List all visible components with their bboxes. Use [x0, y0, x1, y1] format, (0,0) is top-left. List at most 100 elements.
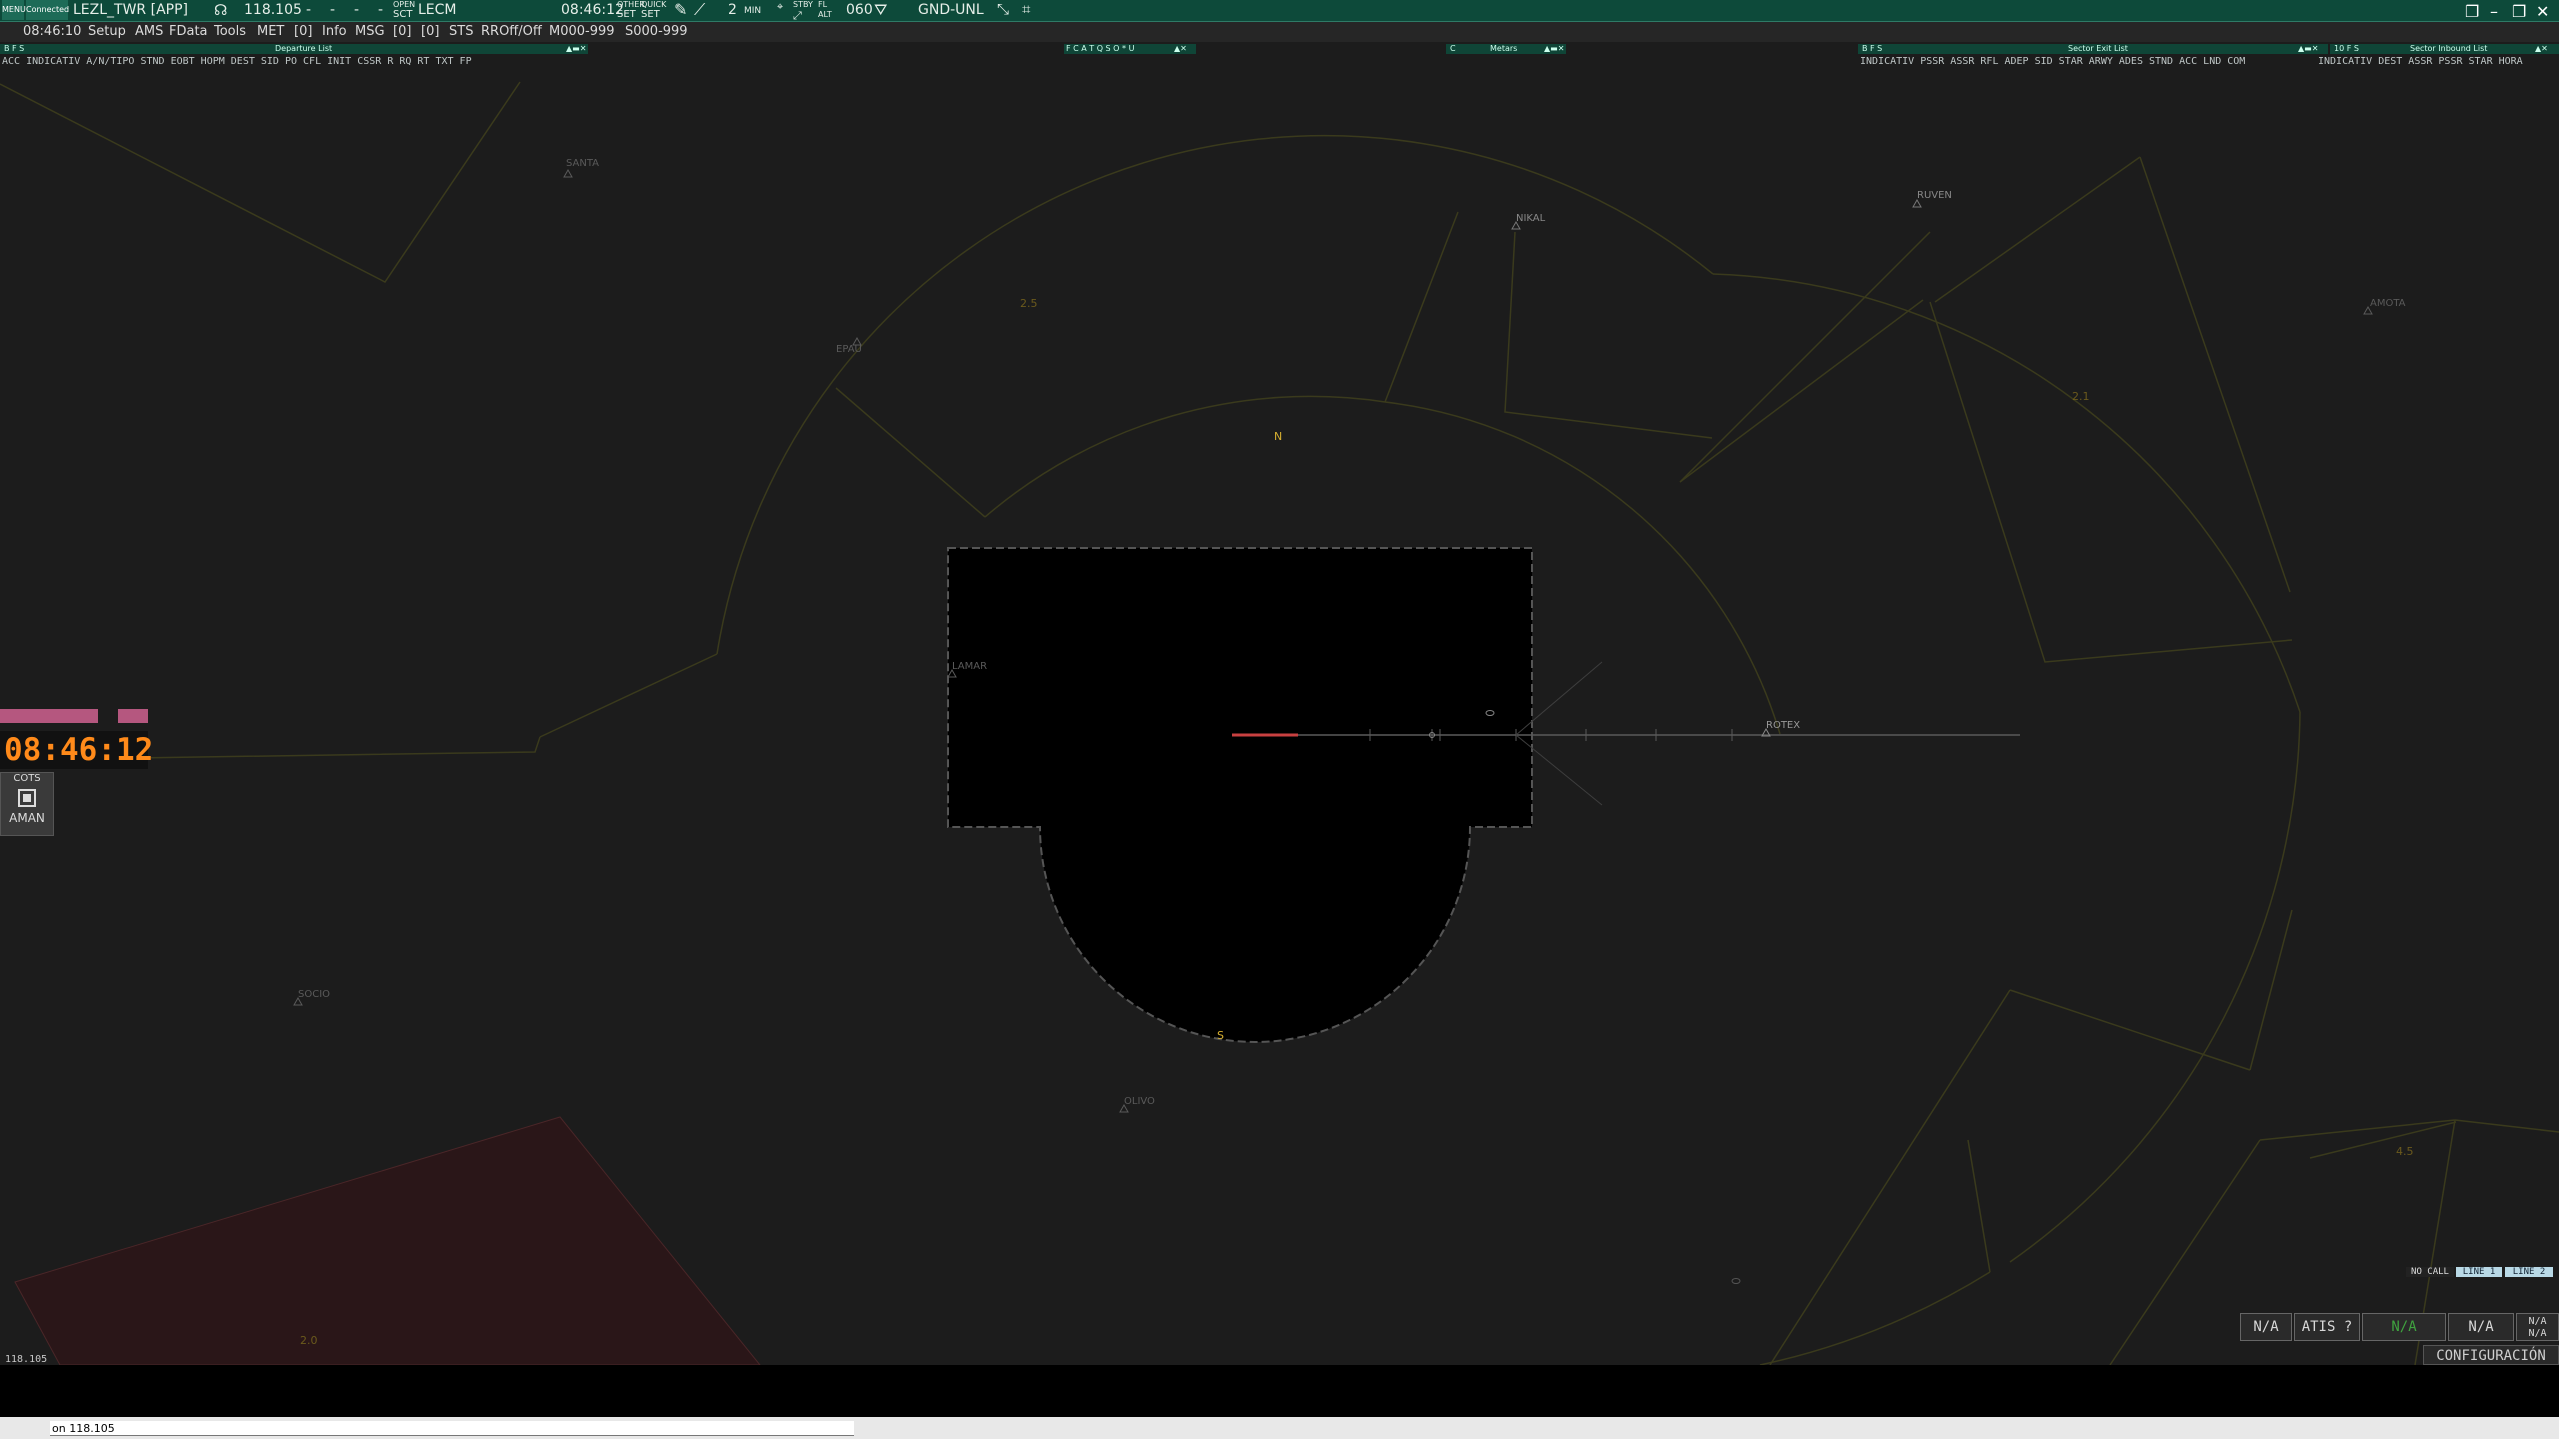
sector-inbound-flags[interactable]: 10 F S [2334, 44, 2359, 54]
menu-msg[interactable]: MSG [355, 24, 385, 39]
airport-zone[interactable] [947, 547, 1533, 1043]
fix-olivo[interactable]: OLIVO [1119, 1096, 1155, 1113]
menu-setup[interactable]: Setup [88, 24, 126, 39]
svg-text:AMOTA: AMOTA [2370, 298, 2406, 309]
crosshair-icon[interactable]: ⌗ [1022, 0, 1030, 18]
big-clock: 08:46:12 [0, 731, 153, 769]
no-call-button[interactable]: NO CALL [2406, 1267, 2454, 1277]
slot-3[interactable]: - [354, 2, 359, 18]
menu-button[interactable]: MENU [2, 0, 26, 20]
menu-info[interactable]: Info [322, 24, 347, 39]
fix-ruven[interactable]: RUVEN [1912, 190, 1952, 208]
current-frequency: 118.105 [5, 1354, 48, 1365]
altitude-filter[interactable]: GND-UNL [918, 2, 984, 18]
menu-squawk-filter[interactable]: S000-999 [625, 24, 688, 39]
na-button-1[interactable]: N/A [2240, 1313, 2292, 1341]
close-icon[interactable]: ✕ [2536, 2, 2549, 21]
configuration-button[interactable]: CONFIGURACIÓN [2423, 1345, 2559, 1365]
command-input[interactable] [50, 1421, 854, 1436]
svg-text:EPAU: EPAU [836, 344, 862, 355]
menu-met[interactable]: MET [257, 24, 284, 39]
sector-inbound-controls-icon[interactable]: ▲✕ [2535, 44, 2548, 54]
menu-count-2[interactable]: [0] [421, 24, 439, 39]
menu-met-count[interactable]: [0] [294, 24, 312, 39]
fcat-controls-icon[interactable]: ▲✕ [1174, 44, 1187, 54]
alt-label: ALT [818, 10, 832, 19]
sector-exit-flags[interactable]: B F S [1862, 44, 1882, 54]
line1-button[interactable]: LINE 1 [2456, 1267, 2502, 1277]
frequency-display[interactable]: 118.105 [244, 2, 302, 18]
svg-text:SOCIO: SOCIO [298, 989, 330, 1000]
na-green-button[interactable]: N/A [2362, 1313, 2446, 1341]
svg-text:RUVEN: RUVEN [1917, 190, 1952, 201]
aman-checkbox[interactable] [18, 789, 36, 807]
min-label: MIN [744, 6, 762, 16]
stby-icon[interactable]: ⤢ [793, 9, 802, 23]
fix-socio[interactable]: SOCIO [293, 989, 330, 1006]
aman-label: AMAN [9, 811, 45, 825]
restricted-area[interactable] [14, 1116, 761, 1365]
metars-controls-icon[interactable]: ▲▬✕ [1544, 44, 1564, 54]
na-stacked-button[interactable]: N/A N/A [2516, 1313, 2559, 1341]
sector-exit-controls-icon[interactable]: ▲▬✕ [2298, 44, 2318, 54]
slot-2[interactable]: - [330, 2, 335, 18]
fix-nikal[interactable]: NIKAL [1511, 213, 1546, 230]
departure-list-header: ACC INDICATIV A/N/TIPO STND EOBT HOPM DE… [2, 56, 472, 67]
pen-icon[interactable]: ✎ [674, 0, 687, 19]
svg-text:NIKAL: NIKAL [1516, 213, 1546, 224]
menu-rroff[interactable]: RROff/Off [481, 24, 542, 39]
fcat-titlebar[interactable]: F C A T Q S O * U ▲✕ [1064, 44, 1196, 54]
menu-fdata[interactable]: FData [169, 24, 208, 39]
sector-inbound-title: Sector Inbound List [2410, 44, 2488, 53]
departure-list-controls-icon[interactable]: ▲▬✕ [566, 44, 586, 54]
cots-label: COTS [13, 773, 41, 784]
min-value[interactable]: 2 [728, 2, 737, 18]
fix-amota[interactable]: AMOTA [2363, 298, 2406, 315]
slot-1[interactable]: - [306, 2, 311, 18]
measure-icon[interactable]: ⤡ [997, 0, 1009, 18]
departure-list-title: Departure List [275, 44, 333, 53]
fl-value[interactable]: 060 [846, 2, 873, 18]
filter-icon[interactable]: ⛛ [874, 0, 887, 20]
sector-inbound-titlebar[interactable]: 10 F S Sector Inbound List ▲✕ [2330, 44, 2559, 54]
quick-set-button[interactable]: SET [641, 9, 660, 20]
compass-north: N [1274, 430, 1282, 443]
fix-rotex[interactable]: ROTEX [1761, 720, 1800, 737]
other-set-button[interactable]: SET [617, 9, 636, 20]
menu-sts[interactable]: STS [449, 24, 473, 39]
line2-button[interactable]: LINE 2 [2505, 1267, 2553, 1277]
maximize-icon[interactable]: ❐ [2512, 2, 2526, 21]
menu-mode-c-filter[interactable]: M000-999 [549, 24, 615, 39]
headset-icon[interactable]: ☊ [214, 1, 227, 19]
sector-number-1: 2.5 [1020, 297, 1038, 310]
fix-epau[interactable]: EPAU [836, 336, 862, 355]
scope-icon[interactable]: ⌖ [777, 0, 783, 14]
sector-name[interactable]: LECM [418, 2, 457, 18]
clock-display: 08:46:12 [561, 2, 624, 18]
track-symbol[interactable] [1731, 1278, 1741, 1284]
slot-4[interactable]: - [378, 2, 383, 18]
connection-button[interactable]: Connected [26, 0, 69, 20]
svg-text:ROTEX: ROTEX [1766, 720, 1800, 731]
minimize-icon[interactable]: – [2490, 2, 2498, 21]
sector-exit-header: INDICATIV PSSR ASSR RFL ADEP SID STAR AR… [1860, 56, 2246, 67]
menu-tools[interactable]: Tools [214, 24, 246, 39]
cots-panel: COTS AMAN [0, 772, 54, 836]
fix-santa[interactable]: SANTA [563, 158, 599, 178]
menu-ams[interactable]: AMS [135, 24, 163, 39]
menubar-time: 08:46:10 [23, 24, 82, 39]
sector-inbound-header: INDICATIV DEST ASSR PSSR STAR HORA [2318, 56, 2523, 67]
metars-titlebar[interactable]: C Metars ▲▬✕ [1446, 44, 1566, 54]
menu-msg-count[interactable]: [0] [393, 24, 411, 39]
radar-scope[interactable]: SANTA NIKAL RUVEN AMOTA EPAU LAMAR ROTEX… [0, 72, 2559, 1365]
sector-number-3: 4.5 [2396, 1145, 2414, 1158]
ruler-icon[interactable]: ⟋ [694, 0, 705, 20]
atis-button[interactable]: ATIS ? [2294, 1313, 2360, 1341]
sector-exit-titlebar[interactable]: B F S Sector Exit List ▲▬✕ [1858, 44, 2328, 54]
metars-title: Metars [1490, 44, 1518, 53]
departure-list-flags[interactable]: B F S [4, 44, 24, 54]
window-restore-icon[interactable]: ❐ [2465, 2, 2479, 21]
departure-list-titlebar[interactable]: B F S Departure List ▲▬✕ [0, 44, 588, 54]
metars-flag[interactable]: C [1450, 44, 1456, 54]
na-button-2[interactable]: N/A [2448, 1313, 2514, 1341]
